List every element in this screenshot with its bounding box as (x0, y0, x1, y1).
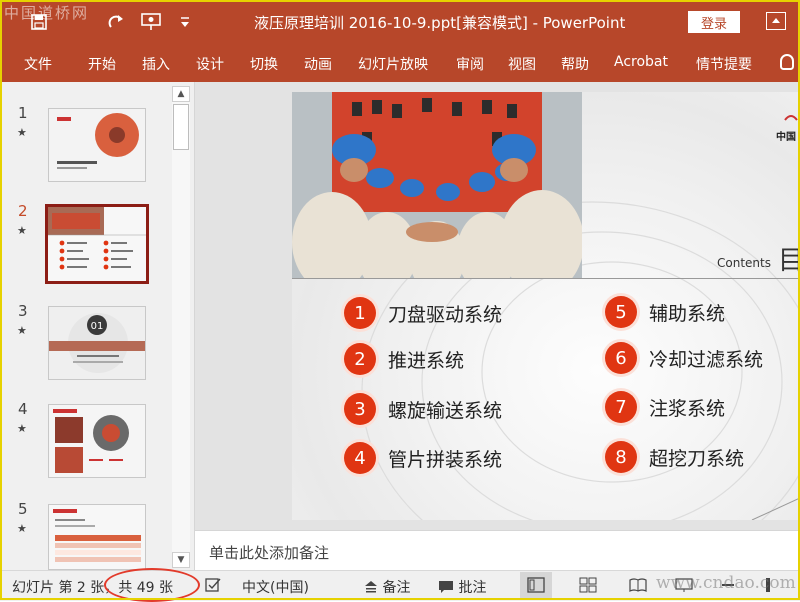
tab-file[interactable]: 文件 (24, 54, 52, 74)
svg-text:01: 01 (91, 321, 104, 332)
title-bar: 中国道桥网 液压原理培训 2016-10-9.ppt[兼容模式] - Power… (0, 0, 800, 44)
animation-star-icon: ★ (17, 422, 27, 435)
notes-toggle[interactable]: 备注 (364, 577, 410, 597)
save-icon[interactable] (26, 9, 52, 35)
slide-divider (292, 278, 800, 279)
thumb-number: 3 (18, 302, 28, 320)
slide-sorter-icon[interactable] (572, 572, 604, 598)
toc-item-6: 6 冷却过滤系统 (605, 341, 763, 375)
toc-item-4: 4 管片拼装系统 (344, 441, 502, 475)
toc-number-badge: 7 (605, 391, 637, 423)
watermark-bottom: www.cndao.com (656, 573, 796, 593)
tab-slideshow[interactable]: 幻灯片放映 (358, 54, 428, 74)
slide-thumbnail-1[interactable] (48, 108, 146, 182)
toc-number-badge: 5 (605, 296, 637, 328)
toc-item-8: 8 超挖刀系统 (605, 440, 744, 474)
toc-number-badge: 1 (344, 297, 376, 329)
slide-thumbnail-4[interactable] (48, 404, 146, 478)
toc-label: 超挖刀系统 (649, 447, 745, 470)
tab-help[interactable]: 帮助 (561, 54, 589, 74)
toc-label: 管片拼装系统 (388, 448, 503, 471)
comments-label: 批注 (458, 580, 487, 596)
tab-storyboard[interactable]: 情节提要 (696, 54, 752, 74)
tab-view[interactable]: 视图 (508, 54, 536, 74)
toc-number-badge: 6 (605, 342, 637, 374)
toc-number-badge: 3 (344, 393, 376, 425)
company-logo-icon (784, 115, 798, 121)
slide-number-text: 幻灯片 第 2 张 (12, 580, 105, 596)
current-slide[interactable]: 中国 Contents 目 1 刀盘驱动系统 2 推进系统 3 螺旋输送系统 4… (292, 92, 800, 520)
notes-pane[interactable]: 单击此处添加备注 (195, 530, 800, 571)
company-name: 中国 (776, 132, 796, 143)
animation-star-icon: ★ (17, 522, 27, 535)
highlight-ring-annotation (104, 568, 200, 602)
ribbon-tabs: 文件 开始 插入 设计 切换 动画 幻灯片放映 审阅 视图 帮助 Acrobat… (0, 44, 800, 82)
toc-item-2: 2 推进系统 (344, 342, 464, 376)
reading-view-icon[interactable] (622, 572, 654, 598)
slide-thumbnail-2-selected[interactable] (45, 204, 149, 284)
scroll-up-arrow-icon[interactable]: ▲ (172, 86, 190, 102)
present-icon[interactable] (138, 9, 164, 35)
scroll-down-arrow-icon[interactable]: ▼ (172, 552, 190, 568)
tab-acrobat[interactable]: Acrobat (614, 54, 668, 70)
tab-review[interactable]: 审阅 (456, 54, 484, 74)
login-button[interactable]: 登录 (688, 11, 740, 33)
thumbnail-scrollbar[interactable]: ▲ ▼ (172, 86, 190, 568)
toc-label: 刀盘驱动系统 (388, 303, 503, 326)
slide-thumbnail-5[interactable] (48, 504, 146, 570)
toc-label: 推进系统 (388, 349, 465, 372)
tab-animations[interactable]: 动画 (304, 54, 332, 74)
toc-item-7: 7 注浆系统 (605, 390, 725, 424)
ribbon-display-options-icon[interactable] (766, 12, 786, 30)
tab-insert[interactable]: 插入 (142, 54, 170, 74)
tab-home[interactable]: 开始 (88, 54, 116, 74)
customize-qat-icon[interactable] (172, 9, 198, 35)
toc-label: 辅助系统 (649, 302, 726, 325)
thumb-number: 4 (18, 400, 28, 418)
tab-transitions[interactable]: 切换 (250, 54, 278, 74)
comments-toggle[interactable]: 批注 (438, 577, 486, 597)
animation-star-icon: ★ (17, 224, 27, 237)
notes-label: 备注 (382, 580, 411, 596)
animation-star-icon: ★ (17, 126, 27, 139)
window-title: 液压原理培训 2016-10-9.ppt[兼容模式] - PowerPoint (254, 14, 626, 32)
normal-view-icon[interactable] (520, 572, 552, 598)
slide-thumbnail-3[interactable]: 01 (48, 306, 146, 380)
team-photo (292, 92, 582, 278)
thumb-number: 1 (18, 104, 28, 122)
toc-label: 螺旋输送系统 (388, 399, 503, 422)
toc-label: 注浆系统 (649, 397, 726, 420)
contents-label: Contents (717, 256, 771, 270)
thumb-number-active: 2 (18, 202, 28, 220)
tab-design[interactable]: 设计 (196, 54, 224, 74)
toc-item-5: 5 辅助系统 (605, 295, 725, 329)
toc-number-badge: 2 (344, 343, 376, 375)
toc-number-badge: 4 (344, 442, 376, 474)
toc-number-badge: 8 (605, 441, 637, 473)
redo-icon[interactable] (104, 9, 130, 35)
toc-item-3: 3 螺旋输送系统 (344, 392, 502, 426)
toc-item-1: 1 刀盘驱动系统 (344, 296, 502, 330)
spellcheck-icon[interactable] (204, 576, 222, 598)
scrollbar-thumb[interactable] (173, 104, 189, 150)
notes-placeholder[interactable]: 单击此处添加备注 (209, 542, 329, 563)
slide-title: 目 (778, 246, 800, 276)
animation-star-icon: ★ (17, 324, 27, 337)
tell-me-lightbulb-icon[interactable] (780, 54, 794, 70)
comment-icon (439, 581, 453, 593)
notes-icon (365, 581, 377, 593)
toc-label: 冷却过滤系统 (649, 348, 764, 371)
thumb-number: 5 (18, 500, 28, 518)
language-status[interactable]: 中文(中国) (242, 577, 309, 597)
